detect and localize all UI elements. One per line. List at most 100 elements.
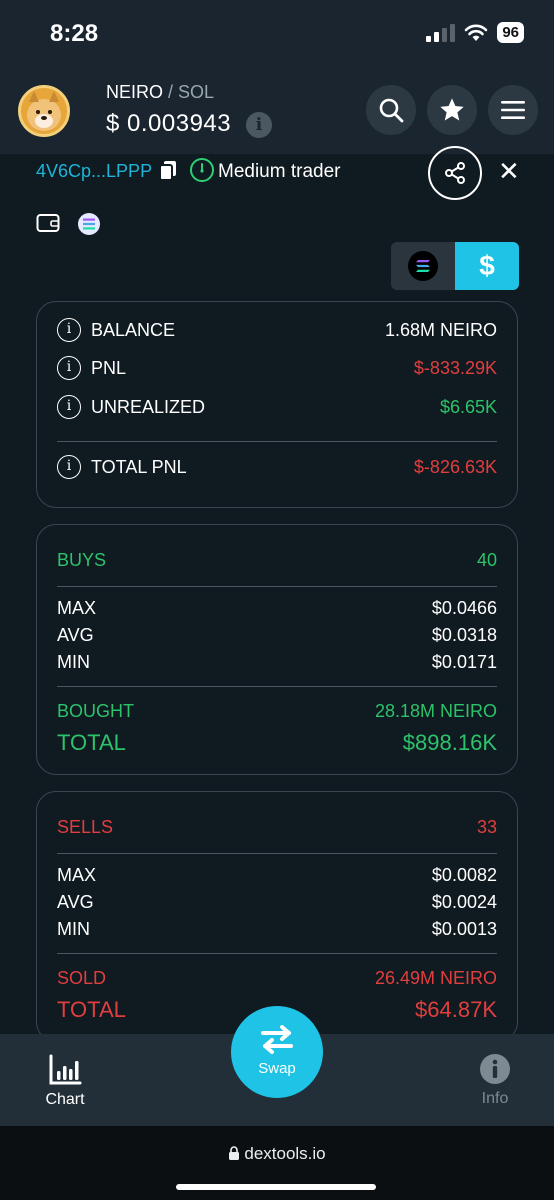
token-logo (18, 85, 70, 137)
nav-info[interactable]: Info (450, 1034, 540, 1108)
divider (57, 586, 497, 587)
pnl-label: PNL (91, 357, 127, 378)
lock-icon (229, 1146, 240, 1160)
buys-max-label: MAX (57, 598, 97, 618)
url-display[interactable]: dextools.io (0, 1144, 554, 1164)
buys-avg-row: AVG $0.0318 (57, 625, 497, 646)
bought-value: 28.18M NEIRO (374, 701, 497, 721)
info-icon[interactable]: i (57, 455, 81, 479)
buys-min-value: $0.0171 (431, 652, 497, 672)
buys-label: BUYS (57, 550, 107, 570)
solana-chain-icon[interactable] (78, 213, 100, 235)
bought-label: BOUGHT (57, 701, 135, 721)
wallet-icon[interactable] (36, 212, 60, 234)
share-button[interactable] (428, 146, 482, 200)
trader-bar: 4V6Cp...LPPP Medium trader ✕ (0, 146, 554, 204)
sells-max-label: MAX (57, 865, 97, 885)
status-bar: 8:28 96 (0, 0, 554, 66)
sold-value: 26.49M NEIRO (374, 968, 497, 988)
sold-row: SOLD 26.49M NEIRO (57, 968, 497, 989)
unrealized-row: i UNREALIZED $6.65K (57, 395, 497, 419)
info-icon[interactable]: i (57, 318, 81, 342)
total-pnl-row: i TOTAL PNL $-826.63K (57, 455, 497, 479)
pair-separator: / (163, 82, 179, 102)
buys-header-row: BUYS 40 (57, 550, 497, 571)
token-pair: NEIRO / SOL (106, 82, 214, 103)
wifi-icon (465, 24, 488, 41)
info-icon[interactable]: i (57, 395, 81, 419)
sells-card: SELLS 33 MAX $0.0082 AVG $0.0024 MIN $0.… (36, 791, 518, 1042)
search-button[interactable] (366, 85, 416, 135)
balance-value: 1.68M NEIRO (384, 319, 497, 340)
sells-header-row: SELLS 33 (57, 817, 497, 838)
buys-count: 40 (476, 550, 497, 570)
buys-max-row: MAX $0.0466 (57, 598, 497, 619)
info-circle-icon (480, 1054, 510, 1084)
divider (57, 953, 497, 954)
search-icon (379, 98, 404, 123)
price-info-icon[interactable]: i (246, 112, 272, 138)
balance-row: i BALANCE 1.68M NEIRO (57, 318, 497, 342)
sells-min-value: $0.0013 (431, 919, 497, 939)
home-indicator[interactable] (176, 1184, 376, 1190)
wallet-address-link[interactable]: 4V6Cp...LPPP (36, 161, 152, 182)
currency-toggle: $ (391, 242, 519, 290)
sells-avg-row: AVG $0.0024 (57, 892, 497, 913)
info-icon[interactable]: i (57, 356, 81, 380)
chart-icon (49, 1054, 82, 1085)
sells-max-row: MAX $0.0082 (57, 865, 497, 886)
sells-avg-value: $0.0024 (431, 892, 497, 912)
pair-base: NEIRO (106, 82, 164, 102)
url-text: dextools.io (244, 1144, 326, 1163)
sells-total-label: TOTAL (57, 997, 126, 1022)
sells-label: SELLS (57, 817, 114, 837)
buys-card: BUYS 40 MAX $0.0466 AVG $0.0318 MIN $0.0… (36, 524, 518, 775)
sells-count: 33 (476, 817, 497, 837)
swap-arrows-icon (261, 1025, 293, 1054)
buys-avg-value: $0.0318 (431, 625, 497, 645)
swap-label: Swap (258, 1060, 296, 1077)
unrealized-value: $6.65K (439, 396, 497, 417)
browser-url-bar: dextools.io (0, 1126, 554, 1200)
solana-icon (408, 251, 438, 281)
status-time: 8:28 (50, 20, 99, 47)
toggle-sol-option[interactable] (391, 242, 455, 290)
divider (57, 686, 497, 687)
share-icon (445, 162, 465, 184)
menu-button[interactable] (488, 85, 538, 135)
close-icon[interactable]: ✕ (498, 158, 520, 184)
sells-max-value: $0.0082 (431, 865, 497, 885)
star-icon (440, 98, 464, 121)
nav-chart[interactable]: Chart (20, 1034, 110, 1109)
divider (57, 853, 497, 854)
toggle-usd-option[interactable]: $ (455, 242, 519, 290)
hamburger-icon (501, 101, 525, 119)
sold-label: SOLD (57, 968, 107, 988)
nav-info-label: Info (481, 1090, 509, 1107)
total-pnl-value: $-826.63K (413, 456, 497, 477)
trader-type-label: Medium trader (218, 161, 341, 182)
swap-button[interactable]: Swap (231, 1006, 323, 1098)
copy-icon[interactable] (158, 160, 178, 182)
buys-min-row: MIN $0.0171 (57, 652, 497, 673)
pnl-summary-card: i BALANCE 1.68M NEIRO i PNL $-833.29K i UNR… (36, 301, 518, 508)
balance-label: BALANCE (91, 319, 176, 340)
sells-total-value: $64.87K (415, 997, 497, 1022)
bought-row: BOUGHT 28.18M NEIRO (57, 701, 497, 722)
divider (57, 441, 497, 442)
sells-avg-label: AVG (57, 892, 94, 912)
favorite-button[interactable] (427, 85, 477, 135)
sells-min-row: MIN $0.0013 (57, 919, 497, 940)
pair-quote: SOL (178, 82, 215, 102)
unrealized-label: UNREALIZED (91, 396, 206, 417)
buys-total-row: TOTAL $898.16K (57, 730, 497, 756)
buys-avg-label: AVG (57, 625, 94, 645)
nav-chart-label: Chart (45, 1091, 85, 1108)
buys-total-value: $898.16K (402, 730, 497, 755)
total-pnl-label: TOTAL PNL (91, 456, 187, 477)
cellular-signal-icon (426, 23, 456, 42)
sells-min-label: MIN (57, 919, 90, 939)
app-header: NEIRO / SOL $ 0.003943 i (0, 66, 554, 154)
token-price: $ 0.003943 (106, 110, 232, 137)
trader-level-icon (190, 158, 214, 182)
